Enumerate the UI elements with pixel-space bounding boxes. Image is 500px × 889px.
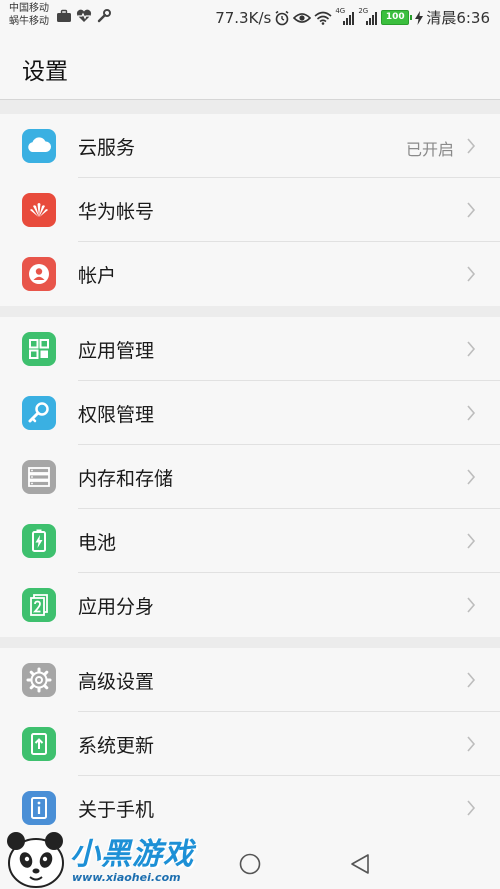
status-indicators: 77.3K/s 4G 2G 100 清晨6:36 (215, 7, 490, 28)
info-icon (22, 791, 56, 825)
storage-icon (22, 460, 56, 494)
settings-item-permissions[interactable]: 权限管理 (0, 381, 500, 445)
settings-item-label: 应用管理 (78, 340, 155, 362)
carrier-primary: 中国移动 (9, 3, 49, 14)
settings-item-label: 云服务 (78, 137, 136, 159)
health-heart-icon (76, 9, 92, 22)
settings-item-label: 权限管理 (78, 404, 155, 426)
wifi-icon (314, 11, 332, 25)
wrench-icon (97, 9, 111, 23)
clock: 清晨6:36 (426, 9, 490, 27)
settings-item-app-twin[interactable]: 应用分身 (0, 573, 500, 637)
chevron-right-icon (467, 736, 476, 752)
settings-group-system: 高级设置 系统更新 关于手机 (0, 648, 500, 840)
chevron-right-icon (467, 533, 476, 549)
settings-screen: 中国移动 蜗牛移动 77.3K/s 4G 2G 100 清晨6:36 设置 云服… (0, 0, 500, 889)
watermark-logo: 小黑游戏 www.xiaohei.com (0, 827, 200, 889)
watermark-title: 小黑游戏 (70, 837, 194, 872)
signal-bars-icon (343, 11, 355, 25)
status-bar: 中国移动 蜗牛移动 77.3K/s 4G 2G 100 清晨6:36 (0, 0, 500, 32)
settings-item-label: 高级设置 (78, 671, 155, 693)
huawei-icon (22, 193, 56, 227)
watermark-url: www.xiaohei.com (72, 871, 181, 884)
settings-item-label: 帐户 (78, 265, 117, 287)
chevron-right-icon (467, 405, 476, 421)
chevron-right-icon (467, 341, 476, 357)
settings-item-label: 系统更新 (78, 735, 155, 757)
settings-item-memory-storage[interactable]: 内存和存储 (0, 445, 500, 509)
apps-grid-icon (22, 332, 56, 366)
settings-item-accounts[interactable]: 帐户 (0, 242, 500, 306)
eye-comfort-icon (293, 12, 312, 23)
settings-item-label: 电池 (78, 532, 117, 554)
battery-indicator: 100 (381, 10, 413, 25)
settings-item-battery[interactable]: 电池 (0, 509, 500, 573)
signal-bars-icon (366, 11, 378, 25)
settings-item-label: 关于手机 (78, 799, 155, 821)
gear-icon (22, 663, 56, 697)
settings-item-app-management[interactable]: 应用管理 (0, 317, 500, 381)
cell-signal-1: 4G (335, 7, 355, 26)
settings-item-label: 内存和存储 (78, 468, 174, 490)
carrier-info: 中国移动 蜗牛移动 (9, 2, 49, 28)
cloud-icon (22, 129, 56, 163)
network-speed: 77.3K/s (215, 8, 272, 27)
account-icon (22, 257, 56, 291)
header: 设置 (0, 32, 500, 100)
panda-mascot-icon (7, 832, 64, 888)
alarm-icon (275, 10, 289, 25)
app-twin-icon (22, 588, 56, 622)
briefcase-icon (57, 9, 71, 22)
settings-item-huawei-id[interactable]: 华为帐号 (0, 178, 500, 242)
back-button-icon[interactable] (348, 852, 372, 876)
system-update-icon (22, 727, 56, 761)
settings-item-status: 已开启 (405, 140, 454, 159)
settings-item-cloud[interactable]: 云服务 已开启 (0, 114, 500, 178)
page-title: 设置 (22, 59, 68, 85)
key-icon (22, 396, 56, 430)
home-button-icon[interactable] (238, 852, 262, 876)
settings-group-account: 云服务 已开启 华为帐号 帐户 (0, 114, 500, 306)
carrier-secondary: 蜗牛移动 (9, 16, 49, 27)
chevron-right-icon (467, 469, 476, 485)
notification-icons (56, 9, 112, 23)
battery-icon (22, 524, 56, 558)
settings-group-apps: 应用管理 权限管理 内存和存储 电池 应用分身 (0, 317, 500, 637)
chevron-right-icon (467, 800, 476, 816)
chevron-right-icon (467, 597, 476, 613)
settings-item-system-update[interactable]: 系统更新 (0, 712, 500, 776)
settings-item-label: 华为帐号 (78, 201, 155, 223)
settings-item-advanced[interactable]: 高级设置 (0, 648, 500, 712)
chevron-right-icon (467, 202, 476, 218)
charging-icon (415, 10, 424, 25)
cell-signal-2: 2G (358, 7, 378, 26)
chevron-right-icon (467, 266, 476, 282)
chevron-right-icon (467, 672, 476, 688)
chevron-right-icon (467, 138, 476, 154)
settings-item-label: 应用分身 (78, 596, 155, 618)
